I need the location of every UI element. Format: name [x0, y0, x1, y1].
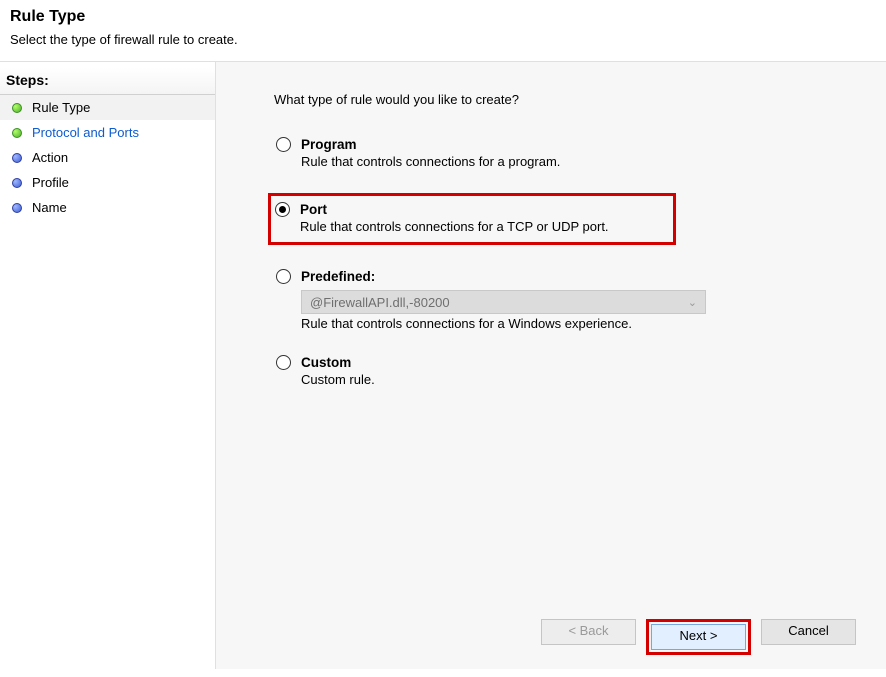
- steps-sidebar: Steps: Rule Type Protocol and Ports Acti…: [0, 62, 215, 669]
- step-bullet-icon: [12, 128, 22, 138]
- radio-predefined[interactable]: [276, 269, 291, 284]
- step-rule-type[interactable]: Rule Type: [0, 95, 215, 120]
- radio-port[interactable]: [275, 202, 290, 217]
- step-bullet-icon: [12, 178, 22, 188]
- option-title: Program: [301, 137, 357, 152]
- step-label: Action: [32, 150, 68, 165]
- back-button: < Back: [541, 619, 636, 645]
- page-title: Rule Type: [10, 8, 876, 26]
- steps-heading: Steps:: [0, 68, 215, 95]
- content-wrap: Steps: Rule Type Protocol and Ports Acti…: [0, 61, 886, 669]
- rule-type-options: Program Rule that controls connections f…: [274, 137, 856, 609]
- option-custom[interactable]: Custom Custom rule.: [274, 355, 856, 387]
- step-name[interactable]: Name: [0, 195, 215, 220]
- step-action[interactable]: Action: [0, 145, 215, 170]
- step-label: Protocol and Ports: [32, 125, 139, 140]
- step-protocol-and-ports[interactable]: Protocol and Ports: [0, 120, 215, 145]
- step-label: Rule Type: [32, 100, 90, 115]
- step-profile[interactable]: Profile: [0, 170, 215, 195]
- step-bullet-icon: [12, 103, 22, 113]
- option-title: Predefined:: [301, 269, 375, 284]
- question-text: What type of rule would you like to crea…: [274, 92, 856, 107]
- option-title: Port: [300, 202, 327, 217]
- next-button-wrap: Next >: [646, 619, 751, 655]
- option-predefined[interactable]: Predefined: @FirewallAPI.dll,-80200 ⌄ Ru…: [274, 269, 856, 331]
- radio-dot-icon: [279, 206, 286, 213]
- option-program[interactable]: Program Rule that controls connections f…: [274, 137, 856, 169]
- wizard-header: Rule Type Select the type of firewall ru…: [0, 0, 886, 61]
- predefined-dropdown: @FirewallAPI.dll,-80200 ⌄: [301, 290, 706, 314]
- chevron-down-icon: ⌄: [688, 296, 697, 309]
- option-title: Custom: [301, 355, 351, 370]
- step-bullet-icon: [12, 153, 22, 163]
- step-label: Name: [32, 200, 67, 215]
- cancel-button-wrap: Cancel: [761, 619, 856, 655]
- main-panel: What type of rule would you like to crea…: [215, 62, 886, 669]
- dropdown-value: @FirewallAPI.dll,-80200: [310, 295, 450, 310]
- step-label: Profile: [32, 175, 69, 190]
- option-desc: Custom rule.: [301, 372, 856, 387]
- option-port[interactable]: Port Rule that controls connections for …: [268, 193, 676, 245]
- radio-custom[interactable]: [276, 355, 291, 370]
- back-button-wrap: < Back: [541, 619, 636, 655]
- wizard-buttons: < Back Next > Cancel: [274, 609, 856, 655]
- cancel-button[interactable]: Cancel: [761, 619, 856, 645]
- option-desc: Rule that controls connections for a pro…: [301, 154, 856, 169]
- radio-program[interactable]: [276, 137, 291, 152]
- step-bullet-icon: [12, 203, 22, 213]
- option-desc: Rule that controls connections for a Win…: [301, 316, 856, 331]
- next-button[interactable]: Next >: [651, 624, 746, 650]
- page-subtitle: Select the type of firewall rule to crea…: [10, 32, 876, 47]
- option-desc: Rule that controls connections for a TCP…: [300, 219, 665, 234]
